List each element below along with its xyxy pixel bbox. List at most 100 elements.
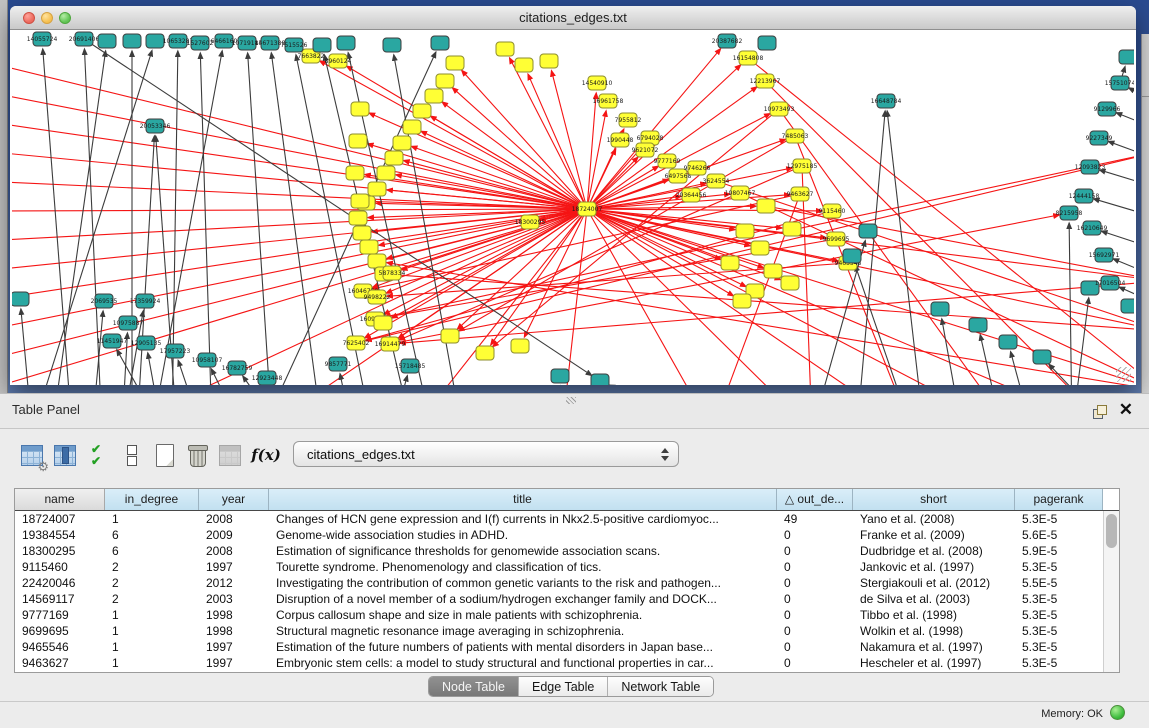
table-row[interactable]: 969969511998Structural magnetic resonanc…: [15, 623, 1103, 639]
network-node[interactable]: [353, 226, 371, 240]
table-row[interactable]: 1938455462009Genome-wide association stu…: [15, 527, 1103, 543]
network-edge[interactable]: [248, 53, 272, 385]
network-node[interactable]: 10975887: [113, 316, 144, 330]
memory-status-indicator-icon[interactable]: [1110, 705, 1125, 720]
network-node[interactable]: [425, 89, 443, 103]
network-node[interactable]: 12923448: [252, 371, 283, 385]
network-edge[interactable]: [12, 93, 587, 209]
network-node[interactable]: 9498222: [364, 290, 391, 304]
network-edge[interactable]: [12, 63, 587, 209]
table-settings-icon[interactable]: [18, 441, 46, 469]
network-node[interactable]: [337, 36, 355, 50]
network-node[interactable]: [436, 74, 454, 88]
network-node[interactable]: 16961758: [593, 94, 624, 108]
table-row[interactable]: 1456911722003Disruption of a novel membe…: [15, 591, 1103, 607]
network-edge[interactable]: [200, 53, 212, 385]
network-node[interactable]: 20691406: [69, 32, 100, 46]
network-edge[interactable]: [12, 209, 587, 240]
network-node[interactable]: [969, 318, 987, 332]
network-edge[interactable]: [152, 51, 222, 385]
network-node[interactable]: 16782759: [222, 361, 253, 375]
network-edge[interactable]: [12, 209, 587, 329]
table-row[interactable]: 911546021997Tourette syndrome. Phenomeno…: [15, 559, 1103, 575]
network-node[interactable]: [383, 38, 401, 52]
network-edge[interactable]: [587, 209, 1134, 280]
network-node[interactable]: 10973493: [764, 102, 795, 116]
network-node[interactable]: [146, 34, 164, 48]
network-node[interactable]: [1121, 299, 1134, 313]
column-header-in_degree[interactable]: in_degree: [105, 489, 199, 510]
network-node[interactable]: [351, 102, 369, 116]
network-node[interactable]: 10958107: [192, 353, 223, 367]
network-edge[interactable]: [855, 265, 912, 385]
network-node[interactable]: [496, 42, 514, 56]
network-node[interactable]: 15718485: [395, 359, 426, 373]
network-node[interactable]: 16154808: [733, 51, 764, 65]
network-edge[interactable]: [1129, 88, 1134, 106]
network-edge[interactable]: [43, 49, 72, 385]
network-node[interactable]: [349, 211, 367, 225]
network-edge[interactable]: [12, 152, 587, 209]
network-edge[interactable]: [148, 353, 162, 385]
network-node[interactable]: [757, 199, 775, 213]
network-node[interactable]: 9746266: [684, 161, 711, 175]
network-node[interactable]: [346, 166, 364, 180]
network-edge[interactable]: [1100, 170, 1134, 189]
network-edge[interactable]: [716, 181, 1134, 328]
delete-trash-icon[interactable]: [183, 441, 211, 469]
network-edge[interactable]: [587, 209, 746, 287]
network-node[interactable]: [999, 335, 1017, 349]
network-node[interactable]: 12093823: [1075, 160, 1106, 174]
network-edge[interactable]: [942, 319, 962, 385]
network-node[interactable]: [591, 374, 609, 385]
network-node[interactable]: 8960124: [325, 54, 352, 68]
network-node[interactable]: [859, 224, 877, 238]
table-row[interactable]: 2242004622012Investigating the contribut…: [15, 575, 1103, 591]
network-edge[interactable]: [387, 263, 1134, 385]
new-document-icon[interactable]: [150, 441, 178, 469]
network-node[interactable]: [736, 224, 754, 238]
network-node[interactable]: 11451947: [97, 334, 128, 348]
network-node[interactable]: 12213967: [750, 74, 781, 88]
network-node[interactable]: 7955812: [615, 113, 642, 127]
network-edge[interactable]: [394, 275, 1134, 331]
network-node[interactable]: 9227349: [1086, 131, 1113, 145]
network-node[interactable]: 9129966: [1094, 102, 1121, 116]
network-node[interactable]: [551, 369, 569, 383]
network-node[interactable]: [368, 182, 386, 196]
network-node[interactable]: [441, 329, 459, 343]
network-node[interactable]: 9699695: [823, 232, 850, 246]
network-node[interactable]: [413, 104, 431, 118]
network-node[interactable]: [540, 54, 558, 68]
network-edge[interactable]: [271, 53, 322, 385]
network-node[interactable]: 20387682: [712, 34, 743, 48]
network-node[interactable]: 9115460: [819, 204, 846, 218]
network-node[interactable]: [446, 56, 464, 70]
close-panel-icon[interactable]: ✕: [1119, 400, 1133, 420]
network-node[interactable]: 14540910: [582, 76, 613, 90]
column-header-year[interactable]: year: [199, 489, 269, 510]
network-edge[interactable]: [587, 209, 707, 385]
network-node[interactable]: [393, 136, 411, 150]
network-node[interactable]: [781, 276, 799, 290]
network-edge[interactable]: [442, 102, 587, 209]
network-node[interactable]: [733, 294, 751, 308]
network-edge[interactable]: [1116, 113, 1134, 131]
table-row[interactable]: 1830029562008Estimation of significance …: [15, 543, 1103, 559]
table-row[interactable]: 946362711997Embryonic stem cells: a mode…: [15, 655, 1103, 671]
network-edge[interactable]: [1069, 223, 1072, 385]
network-node[interactable]: [377, 166, 395, 180]
network-node[interactable]: 1527602: [187, 36, 214, 50]
network-edge[interactable]: [1072, 298, 1089, 385]
network-node[interactable]: [511, 339, 529, 353]
network-node[interactable]: [360, 240, 378, 254]
network-node[interactable]: 14055724: [27, 32, 58, 46]
network-node[interactable]: [385, 151, 403, 165]
network-node[interactable]: [313, 38, 331, 52]
network-node[interactable]: 20053346: [140, 119, 171, 133]
column-header-short[interactable]: short: [853, 489, 1015, 510]
network-node[interactable]: 2069535: [91, 294, 118, 308]
network-window-titlebar[interactable]: citations_edges.txt: [10, 6, 1136, 30]
delete-table-disabled-icon[interactable]: [216, 441, 244, 469]
network-node[interactable]: 9463627: [787, 187, 814, 201]
